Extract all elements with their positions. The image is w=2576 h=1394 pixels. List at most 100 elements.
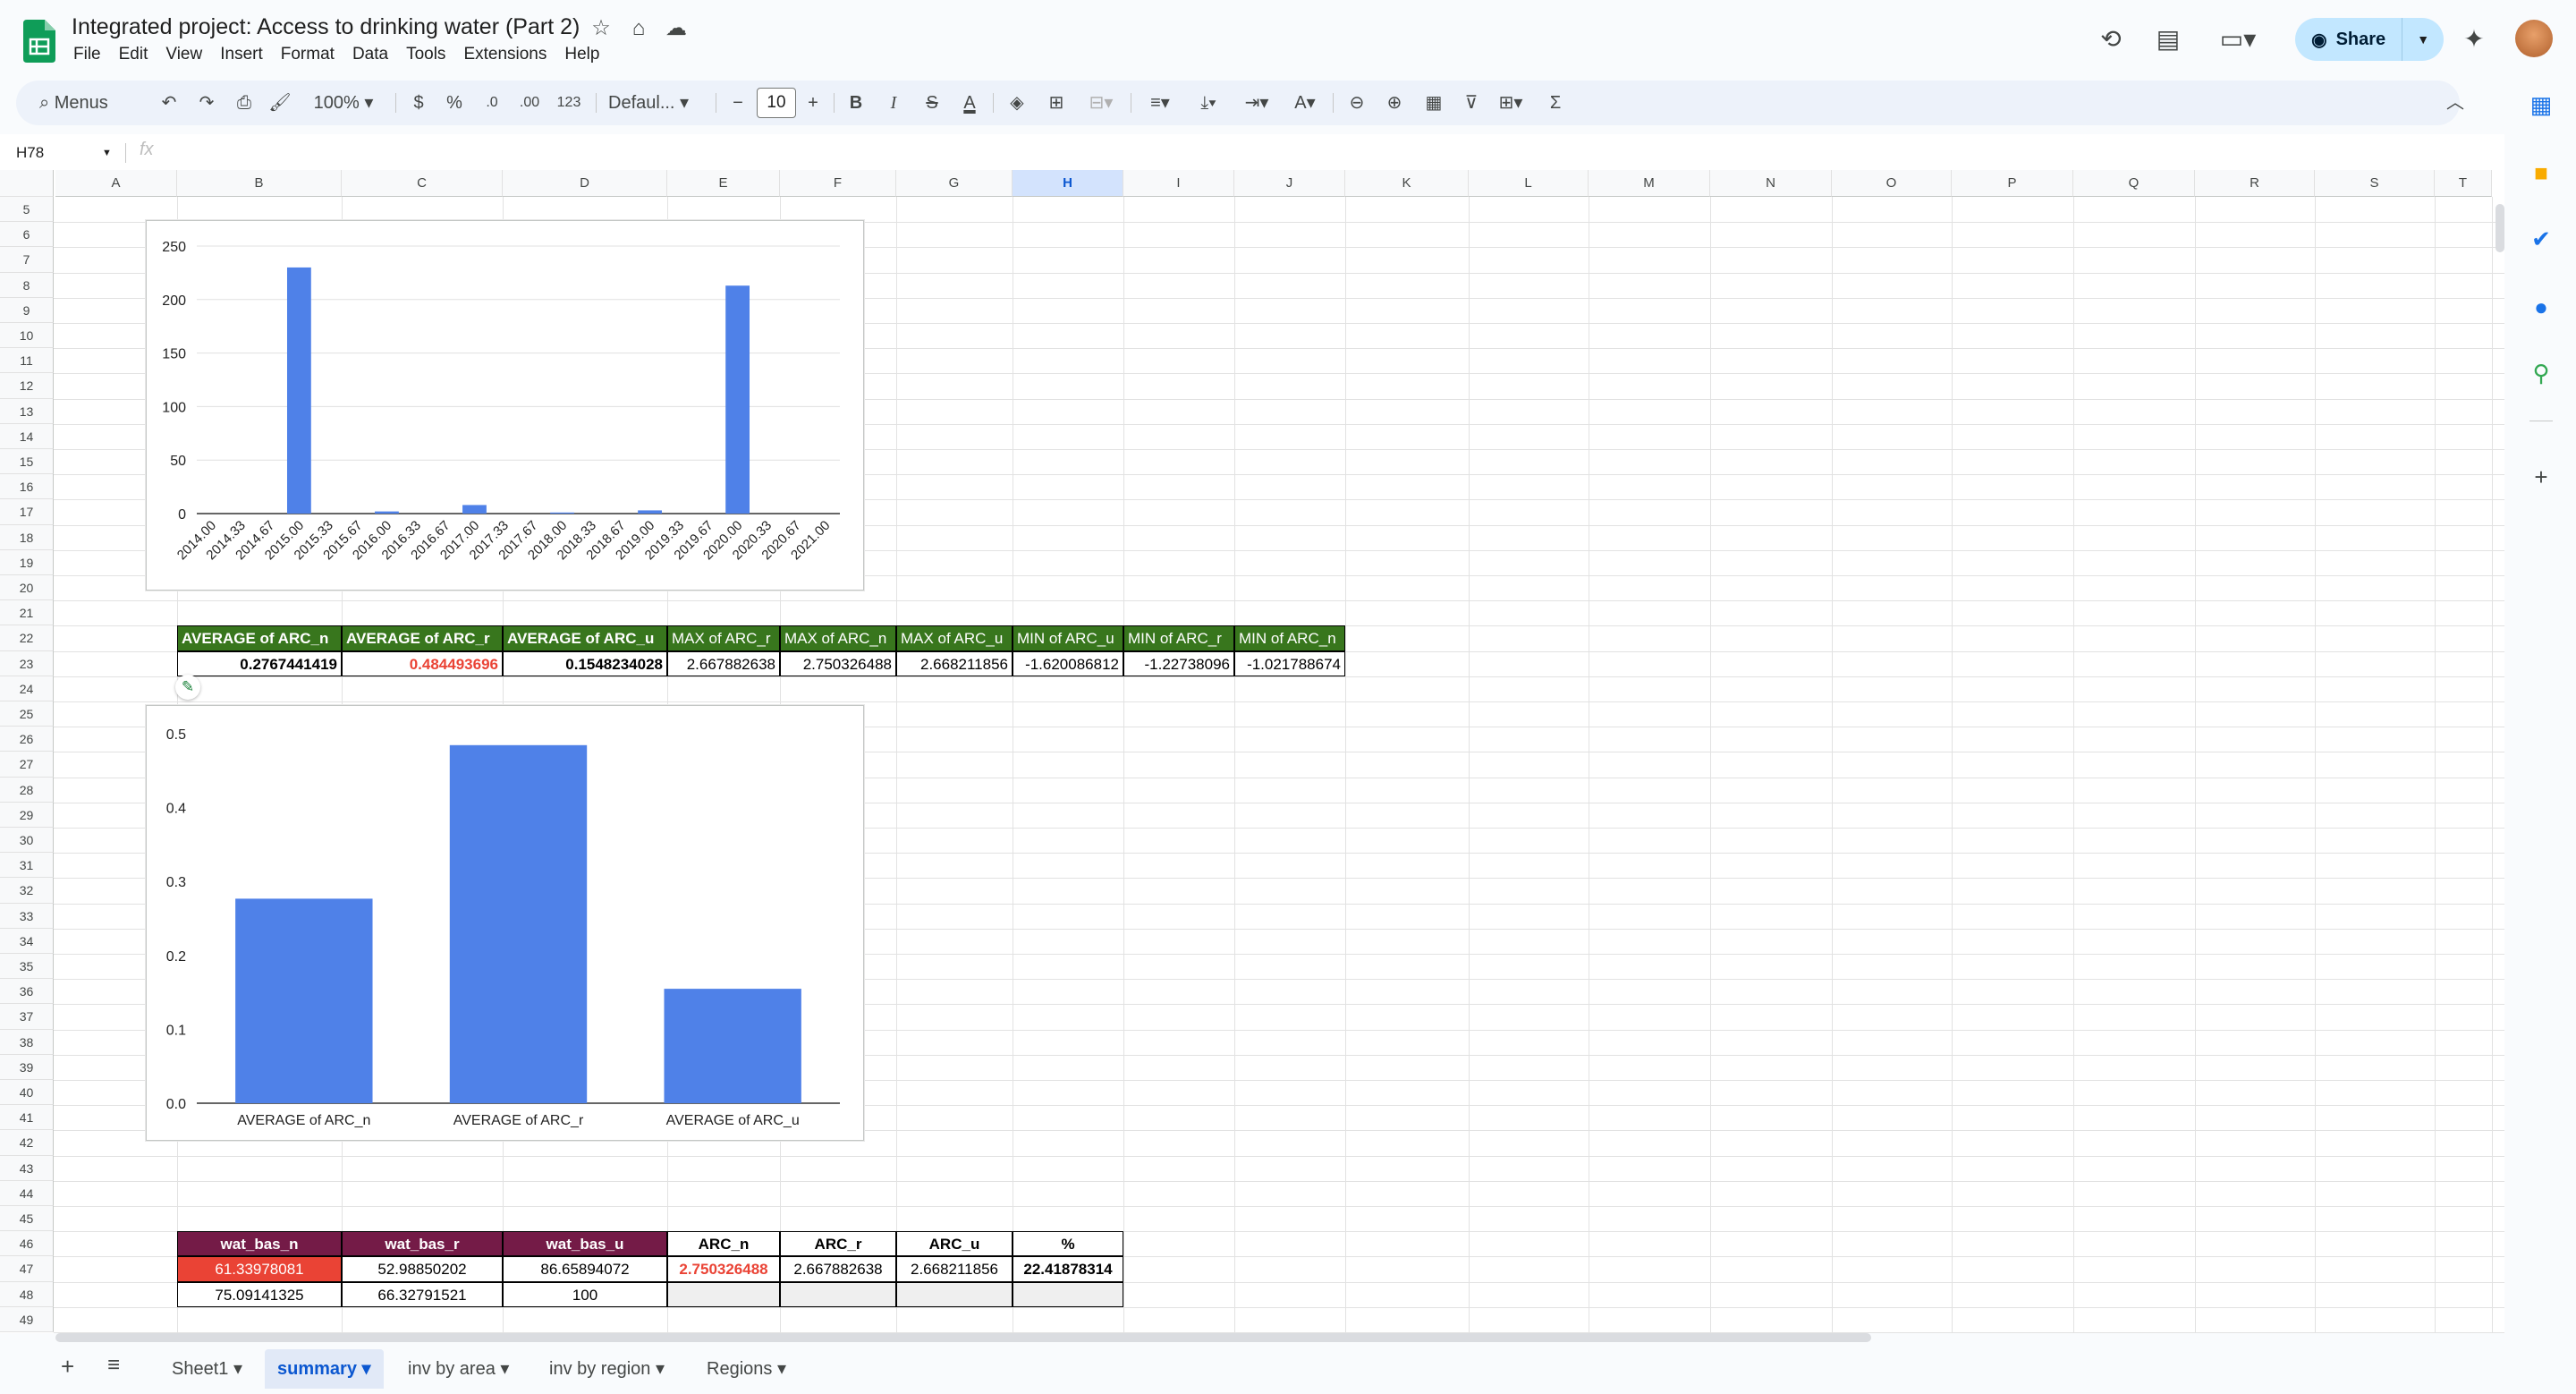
row-header-10[interactable]: 10 [0,323,54,349]
edit-pencil-icon[interactable]: ✎ [175,675,200,700]
functions-button[interactable]: Σ [1542,88,1569,118]
row-header-12[interactable]: 12 [0,373,54,399]
merge-cells-icon[interactable]: ⊟▾ [1080,88,1122,118]
row-header-37[interactable]: 37 [0,1004,54,1030]
column-header-e[interactable]: E [667,170,780,197]
row-header-27[interactable]: 27 [0,752,54,778]
row-header-35[interactable]: 35 [0,954,54,980]
row-header-19[interactable]: 19 [0,549,54,575]
strikethrough-icon[interactable]: S [919,88,945,118]
row-header-36[interactable]: 36 [0,979,54,1005]
tab-summary[interactable]: summary ▾ [265,1349,384,1389]
menu-insert[interactable]: Insert [220,45,272,70]
italic-button[interactable]: I [882,88,905,118]
number-format-button[interactable]: 123 [553,88,585,118]
chart-year-distribution[interactable]: 0 50 100 150 200 250 2014.00 2014.33 2014.67 2015… [146,220,864,591]
water-value-cell[interactable]: 86.65894072 [503,1256,667,1282]
avatar[interactable] [2515,20,2553,57]
menu-extensions[interactable]: Extensions [463,45,555,70]
stats-header-cell[interactable]: MAX of ARC_n [780,625,896,651]
collapse-toolbar-icon[interactable]: ︿ [2442,88,2469,118]
row-header-42[interactable]: 42 [0,1130,54,1156]
stats-value-cell[interactable]: 2.668211856 [896,650,1013,676]
tab-inv-by-area[interactable]: inv by area ▾ [395,1349,521,1389]
stats-header-cell[interactable]: MIN of ARC_n [1234,625,1345,651]
undo-icon[interactable]: ↶ [156,88,182,118]
water-value-cell[interactable]: 2.667882638 [780,1256,896,1282]
column-header-i[interactable]: I [1123,170,1234,197]
filter-icon[interactable]: ⊽ [1456,88,1487,118]
print-icon[interactable]: ⎙ [231,88,258,118]
row-header-24[interactable]: 24 [0,676,54,701]
stats-header-cell[interactable]: MIN of ARC_u [1013,625,1123,651]
row-header-49[interactable]: 49 [0,1306,54,1332]
water-header-cell[interactable]: wat_bas_u [503,1231,667,1257]
row-header-17[interactable]: 17 [0,499,54,525]
text-wrapping-icon[interactable]: ⇥▾ [1236,88,1277,118]
stats-value-cell[interactable]: 2.750326488 [780,650,896,676]
calendar-icon[interactable]: ▦ [2526,89,2556,120]
filter-views-icon[interactable]: ⊞▾ [1490,88,1531,118]
font-select[interactable]: Defaul... ▾ [608,88,707,118]
column-header-q[interactable]: Q [2073,170,2195,197]
row-header-29[interactable]: 29 [0,802,54,828]
water-value-cell[interactable]: 52.98850202 [342,1256,503,1282]
water-value-cell[interactable] [780,1281,896,1307]
row-header-26[interactable]: 26 [0,727,54,752]
stats-header-cell[interactable]: MIN of ARC_r [1123,625,1234,651]
zoom-select[interactable]: 100% ▾ [306,88,381,118]
row-header-18[interactable]: 18 [0,524,54,550]
menu-help[interactable]: Help [564,45,608,70]
bold-button[interactable]: B [844,88,868,118]
decrease-decimal-button[interactable]: .0 [478,88,506,118]
row-header-41[interactable]: 41 [0,1105,54,1131]
row-header-13[interactable]: 13 [0,398,54,424]
horizontal-align-icon[interactable]: ≡▾ [1140,88,1181,118]
row-header-11[interactable]: 11 [0,348,54,374]
row-header-47[interactable]: 47 [0,1256,54,1282]
stats-header-cell[interactable]: AVERAGE of ARC_u [503,625,667,651]
fill-color-icon[interactable]: ◈ [1004,88,1030,118]
water-value-cell[interactable]: 2.750326488 [667,1256,780,1282]
tasks-icon[interactable]: ✔ [2526,224,2556,254]
row-header-48[interactable]: 48 [0,1281,54,1307]
document-title[interactable]: Integrated project: Access to drinking w… [72,14,580,40]
row-header-15[interactable]: 15 [0,449,54,475]
row-header-38[interactable]: 38 [0,1029,54,1055]
water-value-cell[interactable] [1013,1281,1123,1307]
row-header-31[interactable]: 31 [0,853,54,879]
water-value-cell[interactable]: 61.33978081 [177,1256,342,1282]
column-header-o[interactable]: O [1832,170,1952,197]
stats-value-cell[interactable]: 2.667882638 [667,650,780,676]
horizontal-scrollbar[interactable] [55,1333,1871,1342]
borders-icon[interactable]: ⊞ [1043,88,1070,118]
water-header-cell[interactable]: ARC_r [780,1231,896,1257]
column-header-b[interactable]: B [177,170,342,197]
row-header-45[interactable]: 45 [0,1206,54,1232]
tab-inv-by-region[interactable]: inv by region ▾ [537,1349,677,1389]
font-size-input[interactable]: 10 [757,88,796,118]
menu-file[interactable]: File [73,45,110,70]
column-header-s[interactable]: S [2315,170,2435,197]
column-header-n[interactable]: N [1710,170,1832,197]
row-header-20[interactable]: 20 [0,575,54,601]
column-header-j[interactable]: J [1234,170,1345,197]
row-header-28[interactable]: 28 [0,777,54,803]
add-addon-icon[interactable]: + [2526,462,2556,492]
row-header-8[interactable]: 8 [0,272,54,298]
water-value-cell[interactable]: 66.32791521 [342,1281,503,1307]
increase-font-size-icon[interactable]: + [801,88,825,118]
chart-average-arc[interactable]: 0.0 0.1 0.2 0.3 0.4 0.5 AVERAGE of ARC_n AVERAG… [146,705,864,1141]
row-header-33[interactable]: 33 [0,903,54,929]
row-header-6[interactable]: 6 [0,222,54,248]
column-header-f[interactable]: F [780,170,896,197]
stats-value-cell[interactable]: 0.484493696 [342,650,503,676]
share-button[interactable]: ◉ Share ▼ [2295,18,2444,61]
stats-header-cell[interactable]: MAX of ARC_r [667,625,780,651]
vertical-scrollbar[interactable] [2496,204,2504,252]
water-header-cell[interactable]: % [1013,1231,1123,1257]
column-header-g[interactable]: G [896,170,1013,197]
all-sheets-icon[interactable]: ≡ [107,1353,120,1378]
menu-format[interactable]: Format [281,45,343,70]
maps-icon[interactable]: ⚲ [2526,358,2556,388]
